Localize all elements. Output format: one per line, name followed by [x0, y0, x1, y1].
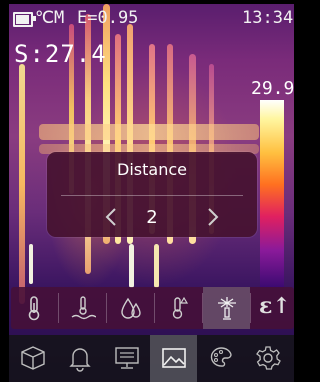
menu-item-settings[interactable]: [244, 335, 291, 382]
thermal-camera-screen: ℃ M E=0.95 13:34 S:27.4 29.9 Distance 2: [9, 4, 294, 382]
emissivity-icon: [218, 297, 236, 320]
menu-item-image[interactable]: [150, 335, 197, 382]
distance-tool[interactable]: ε↑: [251, 287, 294, 329]
ambient-temperature-icon: [172, 296, 189, 319]
monitor-icon: [115, 347, 139, 369]
menu-item-palette[interactable]: [197, 335, 244, 382]
humidity-tool[interactable]: [107, 287, 154, 329]
measurement-toolbar: ε↑: [11, 287, 294, 329]
thermometer-tool[interactable]: [11, 287, 58, 329]
bell-icon: [69, 348, 91, 372]
distance-icon: ε↑: [259, 293, 291, 319]
chevron-right-icon: [208, 208, 219, 226]
measure-mode: M: [54, 8, 65, 28]
emissivity-tool[interactable]: [203, 287, 250, 329]
color-scale-bar: [260, 100, 284, 288]
scale-max-value: 29.9: [251, 78, 294, 99]
distance-value[interactable]: 2: [47, 207, 257, 228]
menu-item-display[interactable]: [103, 335, 150, 382]
emissivity-readout: E=0.95: [77, 8, 139, 28]
main-menu: [9, 335, 294, 382]
reflected-temperature-tool[interactable]: [59, 287, 106, 329]
distance-dialog: Distance 2: [47, 152, 257, 237]
increase-button[interactable]: [199, 204, 225, 230]
ambient-temperature-tool[interactable]: [155, 287, 202, 329]
reflected-temperature-icon: [71, 296, 96, 320]
battery-icon: [13, 12, 36, 27]
box-icon: [21, 346, 45, 370]
menu-item-storage[interactable]: [9, 335, 56, 382]
dialog-title: Distance: [117, 160, 187, 179]
gear-icon: [256, 346, 281, 370]
menu-item-alarm[interactable]: [56, 335, 103, 382]
image-icon: [162, 348, 186, 368]
thermometer-icon: [28, 296, 40, 321]
palette-icon: [210, 347, 232, 367]
spot-temperature-readout: S:27.4: [14, 40, 107, 68]
dialog-divider: [61, 195, 243, 196]
temperature-unit: ℃: [35, 8, 55, 28]
clock: 13:34: [242, 8, 294, 28]
humidity-icon: [121, 297, 141, 319]
